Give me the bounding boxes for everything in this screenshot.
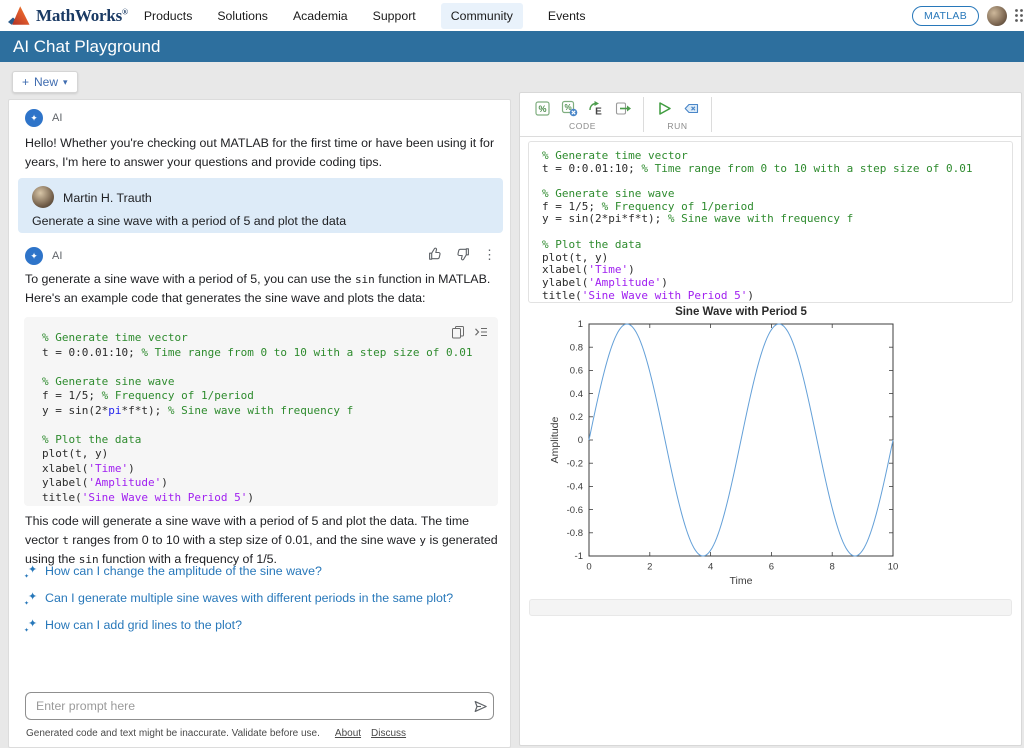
nav-links: Products Solutions Academia Support Comm… bbox=[144, 3, 586, 29]
ai-message-header: ✦ AI bbox=[25, 109, 62, 127]
nav-item-solutions[interactable]: Solutions bbox=[217, 3, 268, 29]
insert-into-editor-icon[interactable] bbox=[474, 325, 488, 339]
prompt-bar bbox=[25, 692, 494, 720]
profile-avatar[interactable] bbox=[987, 6, 1007, 26]
svg-text:0: 0 bbox=[586, 562, 591, 573]
nav-item-events[interactable]: Events bbox=[548, 3, 586, 29]
ai-label: AI bbox=[52, 112, 62, 124]
send-icon bbox=[472, 698, 489, 715]
about-link[interactable]: About bbox=[335, 728, 361, 739]
user-avatar bbox=[32, 186, 54, 208]
clear-output-button[interactable] bbox=[681, 98, 701, 118]
ai-greeting-text: Hello! Whether you're checking out MATLA… bbox=[25, 134, 499, 172]
message-actions: ⋮ bbox=[427, 246, 496, 262]
user-message-text: Generate a sine wave with a period of 5 … bbox=[32, 214, 346, 228]
run-group-label: RUN bbox=[667, 121, 687, 131]
svg-text:-1: -1 bbox=[575, 551, 583, 562]
svg-text:Sine Wave with Period 5: Sine Wave with Period 5 bbox=[675, 306, 807, 318]
svg-text:E: E bbox=[595, 106, 602, 117]
ai-explanation: This code will generate a sine wave with… bbox=[25, 512, 499, 570]
svg-text:1: 1 bbox=[578, 319, 583, 330]
chevron-down-icon: ▾ bbox=[63, 77, 68, 88]
mathworks-logo[interactable]: MathWorks® bbox=[8, 5, 128, 26]
new-chat-button[interactable]: + New ▾ bbox=[12, 71, 78, 93]
svg-text:0.8: 0.8 bbox=[570, 342, 583, 353]
editor-panel: % % E bbox=[519, 92, 1022, 746]
top-navbar: MathWorks® Products Solutions Academia S… bbox=[0, 0, 1024, 31]
svg-text:10: 10 bbox=[888, 562, 899, 573]
editor-code: % Generate time vectort = 0:0.01:10; % T… bbox=[542, 150, 1012, 302]
run-button[interactable] bbox=[654, 98, 674, 118]
suggestion-link[interactable]: ✦✦ Can I generate multiple sine waves wi… bbox=[25, 591, 453, 605]
code-editor[interactable]: % Generate time vectort = 0:0.01:10; % T… bbox=[528, 141, 1013, 303]
thumbs-down-icon[interactable] bbox=[455, 246, 471, 262]
sparkle-icon: ✦✦ bbox=[25, 591, 38, 605]
open-in-editor-button[interactable]: E bbox=[586, 98, 606, 118]
editor-toolbar: % % E bbox=[520, 93, 1021, 137]
svg-text:6: 6 bbox=[769, 562, 774, 573]
suggestion-link[interactable]: ✦✦ How can I change the amplitude of the… bbox=[25, 564, 322, 578]
discuss-link[interactable]: Discuss bbox=[371, 728, 406, 739]
send-button[interactable] bbox=[467, 694, 493, 718]
plus-icon: + bbox=[22, 75, 29, 89]
user-name: Martin H. Trauth bbox=[63, 191, 152, 205]
mathworks-membrane-icon bbox=[8, 5, 32, 26]
export-code-button[interactable] bbox=[613, 98, 633, 118]
matlab-button[interactable]: MATLAB bbox=[912, 6, 979, 26]
ai-label: AI bbox=[52, 250, 62, 262]
thumbs-up-icon[interactable] bbox=[427, 246, 443, 262]
clear-code-button[interactable]: % bbox=[559, 98, 579, 118]
user-message: Martin H. Trauth Generate a sine wave wi… bbox=[18, 178, 503, 233]
svg-text:0.4: 0.4 bbox=[570, 389, 583, 400]
suggestion-link[interactable]: ✦✦ How can I add grid lines to the plot? bbox=[25, 618, 242, 632]
nav-item-support[interactable]: Support bbox=[373, 3, 416, 29]
ai-response-intro: To generate a sine wave with a period of… bbox=[25, 270, 499, 308]
svg-text:-0.6: -0.6 bbox=[567, 505, 583, 516]
copy-code-icon[interactable] bbox=[451, 325, 465, 339]
copy-code-button[interactable]: % bbox=[532, 98, 552, 118]
chat-panel: ✦ AI Hello! Whether you're checking out … bbox=[8, 99, 511, 748]
svg-text:8: 8 bbox=[830, 562, 835, 573]
svg-text:0.2: 0.2 bbox=[570, 412, 583, 423]
svg-text:-0.4: -0.4 bbox=[567, 482, 583, 493]
svg-text:0: 0 bbox=[578, 435, 583, 446]
svg-text:Time: Time bbox=[730, 575, 753, 587]
apps-grid-icon[interactable] bbox=[1014, 8, 1024, 23]
ai-sparkle-icon: ✦ bbox=[25, 109, 43, 127]
nav-item-academia[interactable]: Academia bbox=[293, 3, 348, 29]
ai-message-header: ✦ AI bbox=[25, 247, 62, 265]
sparkle-icon: ✦✦ bbox=[25, 618, 38, 632]
more-options-icon[interactable]: ⋮ bbox=[483, 248, 496, 261]
svg-text:%: % bbox=[538, 103, 546, 113]
svg-text:4: 4 bbox=[708, 562, 713, 573]
disclaimer: Generated code and text might be inaccur… bbox=[26, 728, 406, 739]
page-header: AI Chat Playground bbox=[0, 31, 1024, 62]
sine-wave-plot: 10.80.60.40.20-0.2-0.4-0.6-0.8-10246810S… bbox=[520, 301, 1023, 593]
svg-text:0.6: 0.6 bbox=[570, 366, 583, 377]
brand-wordmark: MathWorks® bbox=[36, 6, 128, 26]
navbar-right: MATLAB bbox=[912, 0, 1024, 31]
nav-item-products[interactable]: Products bbox=[144, 3, 193, 29]
code-block-actions bbox=[451, 325, 488, 339]
svg-text:2: 2 bbox=[647, 562, 652, 573]
toolbar-separator bbox=[711, 97, 712, 132]
code-group-label: CODE bbox=[569, 121, 596, 131]
sparkle-icon: ✦✦ bbox=[25, 564, 38, 578]
toolbar-separator bbox=[643, 97, 644, 132]
code-group: % % E bbox=[526, 93, 639, 136]
ai-sparkle-icon: ✦ bbox=[25, 247, 43, 265]
output-status-bar bbox=[529, 599, 1012, 616]
chat-code: % Generate time vectort = 0:0.01:10; % T… bbox=[42, 331, 498, 505]
page-title: AI Chat Playground bbox=[13, 37, 160, 57]
chat-code-block: % Generate time vectort = 0:0.01:10; % T… bbox=[24, 317, 498, 506]
prompt-input[interactable] bbox=[36, 699, 467, 713]
svg-text:Amplitude: Amplitude bbox=[549, 417, 561, 464]
svg-text:-0.2: -0.2 bbox=[567, 458, 583, 469]
nav-item-community[interactable]: Community bbox=[441, 3, 523, 29]
run-group: RUN bbox=[648, 93, 707, 136]
svg-text:-0.8: -0.8 bbox=[567, 528, 583, 539]
